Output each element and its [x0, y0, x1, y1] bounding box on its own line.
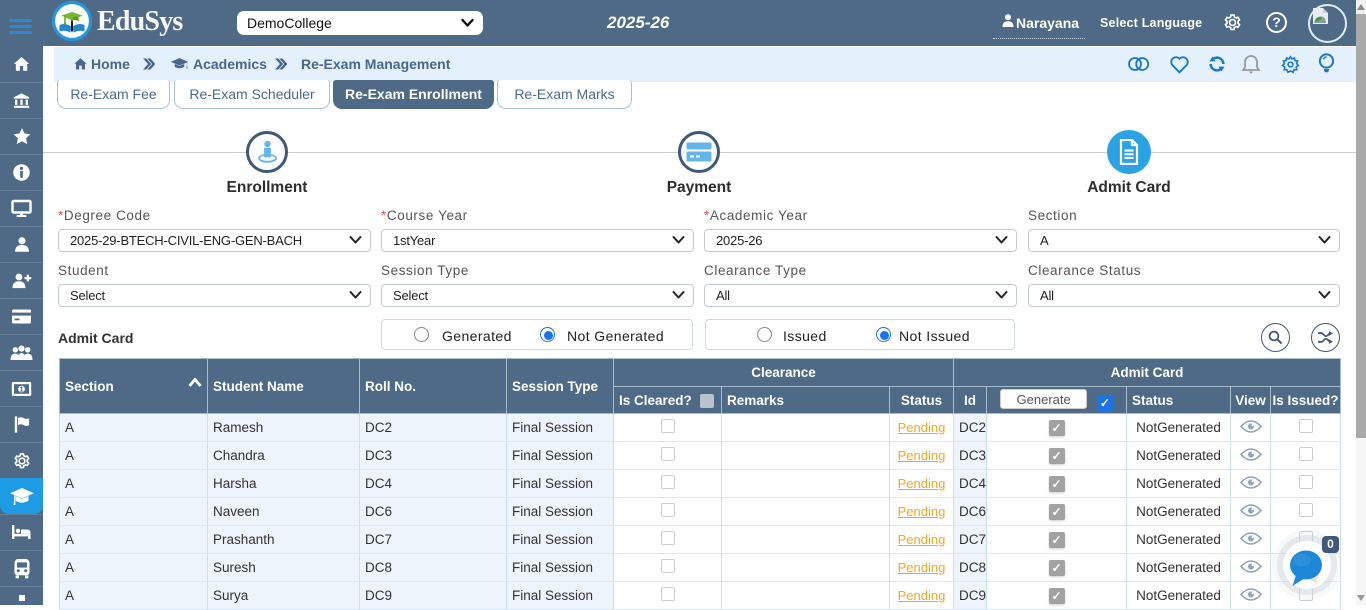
- svg-text:1: 1: [19, 384, 23, 393]
